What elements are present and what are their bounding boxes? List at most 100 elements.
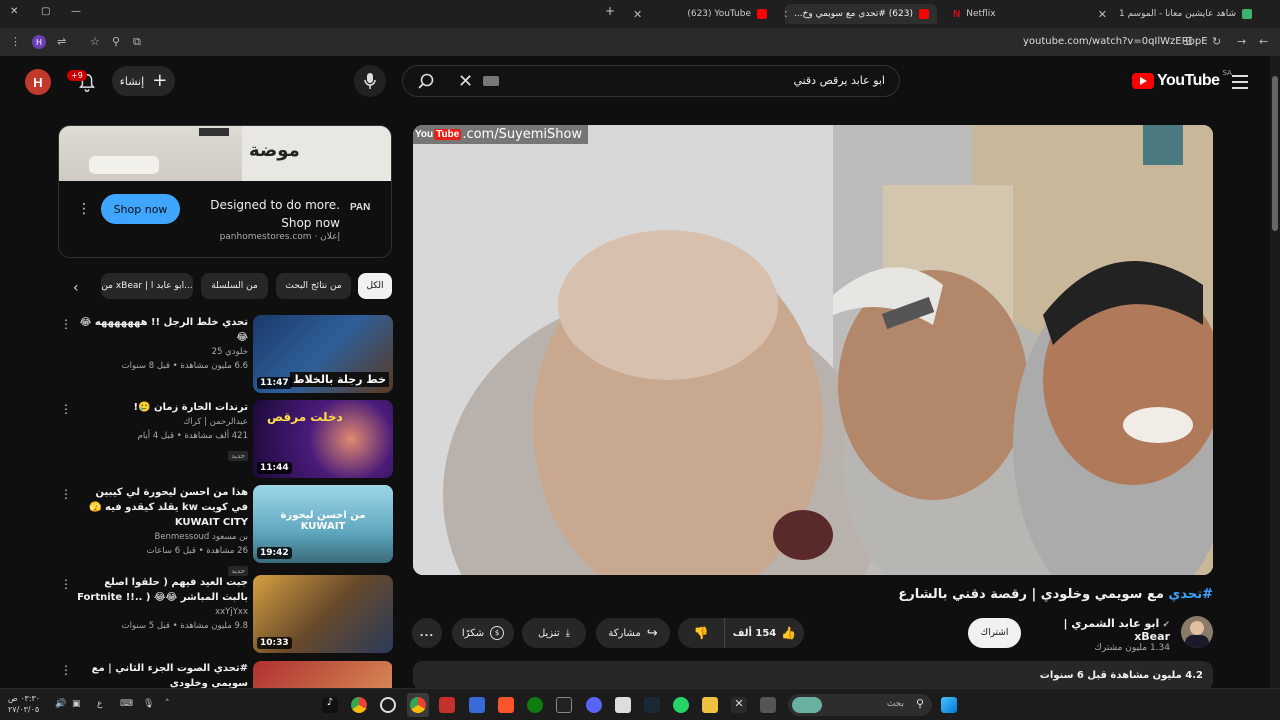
steam-icon[interactable] (644, 697, 660, 713)
rec-thumbnail[interactable] (253, 661, 392, 688)
list-item[interactable]: ⋮ جبت العيد فيهم ( حلقوا اصلع بالبث المب… (58, 575, 393, 655)
xbox-icon[interactable] (527, 697, 543, 713)
chip-all[interactable]: الكل (358, 273, 392, 299)
rec-thumbnail[interactable]: دخلت مرقص 11:44 (253, 400, 393, 478)
rec-title[interactable]: هذا من احسن ليحورة لي كيبين في كويت kw ي… (76, 485, 248, 530)
more-vert-icon[interactable]: ⋮ (60, 317, 72, 331)
chevron-left-icon[interactable]: ‹ (73, 280, 79, 296)
rec-title[interactable]: جبت العيد فيهم ( حلقوا اصلع بالبث المباش… (76, 575, 248, 605)
thanks-button[interactable]: $ شكرًا (452, 618, 514, 648)
discord-icon[interactable] (586, 697, 602, 713)
page-scrollbar[interactable] (1270, 56, 1280, 688)
close-tab-icon[interactable]: ✕ (633, 8, 642, 21)
chrome-icon[interactable] (351, 697, 367, 713)
chip-series[interactable]: من السلسلة (201, 273, 268, 299)
youtube-app-icon[interactable] (439, 697, 455, 713)
subscribe-button[interactable]: اشتراك (968, 618, 1021, 648)
keyboard-icon[interactable] (483, 76, 499, 86)
system-clock[interactable]: ٠٣:٣٠ ص ٢٧/٠٣/٠٥ (8, 693, 40, 715)
ad-menu-icon[interactable]: ⋮ (77, 201, 91, 217)
task-view-icon[interactable] (760, 697, 776, 713)
download-button[interactable]: ⤓ تنزيل (522, 618, 586, 648)
chevron-up-icon[interactable]: ˄ (165, 699, 170, 709)
more-vert-icon[interactable]: ⋮ (60, 663, 72, 677)
tab-shahid[interactable]: شاهد عايشين معانا - الموسم 1 (1120, 4, 1260, 24)
more-vert-icon[interactable]: ⋮ (60, 402, 72, 416)
youtube-logo[interactable]: YouTube SA (1132, 69, 1232, 90)
forward-icon[interactable]: → (1237, 35, 1246, 48)
rec-channel[interactable]: خلودي 25 (76, 345, 248, 359)
volume-icon[interactable]: 🔊 (55, 699, 66, 709)
channel-name[interactable]: ✔ ابو عابد الشمري | xBear (1030, 617, 1170, 643)
capcut-icon[interactable]: ✕ (731, 697, 747, 713)
minimize-window-icon[interactable]: — (71, 6, 81, 17)
epic-games-icon[interactable] (556, 697, 572, 713)
extensions-icon[interactable]: ⇌ (57, 35, 66, 48)
more-actions-button[interactable]: ... (412, 618, 442, 648)
url-field[interactable]: youtube.com/watch?v=0qIlWzERbpE (1023, 36, 1208, 47)
keyboard-tray-icon[interactable]: ⌨ (120, 699, 133, 709)
mic-tray-icon[interactable]: 🎙 (143, 699, 154, 709)
taskbar-search[interactable]: بحث ⚲ (788, 694, 932, 716)
list-item[interactable]: ⋮ تحدي خلط الرجل !! هههههههه 😂😂 خلودي 25… (58, 315, 393, 395)
rec-channel[interactable]: xxYjYxx (76, 605, 248, 619)
search-icon[interactable] (417, 73, 435, 91)
search-box[interactable]: ✕ ابو عابد يرقص دقني (402, 65, 900, 97)
tab-youtube[interactable]: (623) YouTube ✕ (625, 4, 775, 24)
rec-channel[interactable]: عبدالرحمن | كراك (76, 415, 248, 429)
chip-search-results[interactable]: من نتائج البحث (276, 273, 351, 299)
reload-icon[interactable]: ↻ (1212, 35, 1221, 48)
create-button[interactable]: إنشاء + (112, 66, 175, 96)
close-tab-icon[interactable]: ✕ (1098, 8, 1107, 21)
video-frame[interactable] (413, 125, 1213, 575)
list-item[interactable]: ⋮ هذا من احسن ليحورة لي كيبين في كويت kw… (58, 485, 393, 576)
network-icon[interactable]: ▣ (72, 699, 81, 709)
account-avatar[interactable]: H (25, 69, 51, 95)
menu-hamburger-icon[interactable] (1232, 75, 1248, 93)
ad-title[interactable]: Designed to do more. Shop now (190, 196, 340, 232)
tab-current-video[interactable]: (623) #تحدي مع سويمي وخ... ✕ (785, 4, 937, 24)
store-icon[interactable] (615, 697, 631, 713)
video-player[interactable]: You Tube .com/SuyemiShow (413, 125, 1213, 575)
rec-thumbnail[interactable]: 10:33 (253, 575, 393, 653)
voice-search-button[interactable] (354, 65, 386, 97)
site-settings-icon[interactable]: ☰ (1183, 35, 1193, 48)
list-item[interactable]: ⋮ #تحدي الصوت الجزء الثاني | مع سويمي وخ… (58, 661, 392, 688)
security-shield-icon[interactable] (469, 697, 485, 713)
taskbar-search-input[interactable]: بحث (887, 699, 904, 709)
profile-icon[interactable]: H (32, 35, 46, 49)
channel-avatar[interactable] (1181, 616, 1213, 648)
shop-now-button[interactable]: Shop now (101, 194, 180, 224)
channel-name-text[interactable]: ابو عابد الشمري | xBear (1063, 617, 1170, 643)
input-language[interactable]: ع (97, 699, 102, 709)
bookmark-star-icon[interactable]: ☆ (90, 35, 100, 48)
windows-start-icon[interactable] (941, 697, 957, 713)
dislike-button[interactable]: 👎 (678, 618, 724, 648)
scrollbar-thumb[interactable] (1272, 76, 1278, 231)
chip-channel[interactable]: من xBear | ابو عابد ا... (101, 273, 193, 299)
openai-icon[interactable] (380, 697, 396, 713)
zoom-icon[interactable]: ⚲ (112, 35, 120, 48)
rec-thumbnail[interactable]: من احسن ليحورة KUWAIT 19:42 (253, 485, 393, 563)
close-window-icon[interactable]: ✕ (10, 6, 18, 17)
rec-title[interactable]: تحدي خلط الرجل !! هههههههه 😂😂 (76, 315, 248, 345)
tab-netflix[interactable]: N Netflix ✕ (945, 4, 1115, 24)
close-tab-icon[interactable]: ✕ (785, 8, 788, 21)
back-icon[interactable]: ← (1259, 35, 1268, 48)
new-tab-button[interactable]: + (605, 4, 615, 18)
description-box[interactable]: 4.2 مليون مشاهدة قبل 6 سنوات (413, 661, 1213, 691)
brave-icon[interactable] (498, 697, 514, 713)
ad-banner-image[interactable]: موضة (59, 126, 391, 181)
more-vert-icon[interactable]: ⋮ (60, 487, 72, 501)
rec-title[interactable]: #تحدي الصوت الجزء الثاني | مع سويمي وخلو… (76, 661, 248, 688)
share-button[interactable]: ↪ مشاركة (596, 618, 670, 648)
file-explorer-icon[interactable] (702, 697, 718, 713)
like-button[interactable]: 👍 154 ألف (724, 618, 804, 648)
more-vert-icon[interactable]: ⋮ (60, 577, 72, 591)
tiktok-icon[interactable]: ♪ (322, 697, 338, 713)
list-item[interactable]: ⋮ ترندات الحارة زمان 🥲! عبدالرحمن | كراك… (58, 400, 393, 480)
search-input[interactable]: ابو عابد يرقص دقني (793, 74, 885, 87)
rec-thumbnail[interactable]: خط رجلة بالخلاط 11:47 (253, 315, 393, 393)
whatsapp-icon[interactable] (673, 697, 689, 713)
rec-title[interactable]: ترندات الحارة زمان 🥲! (76, 400, 248, 415)
